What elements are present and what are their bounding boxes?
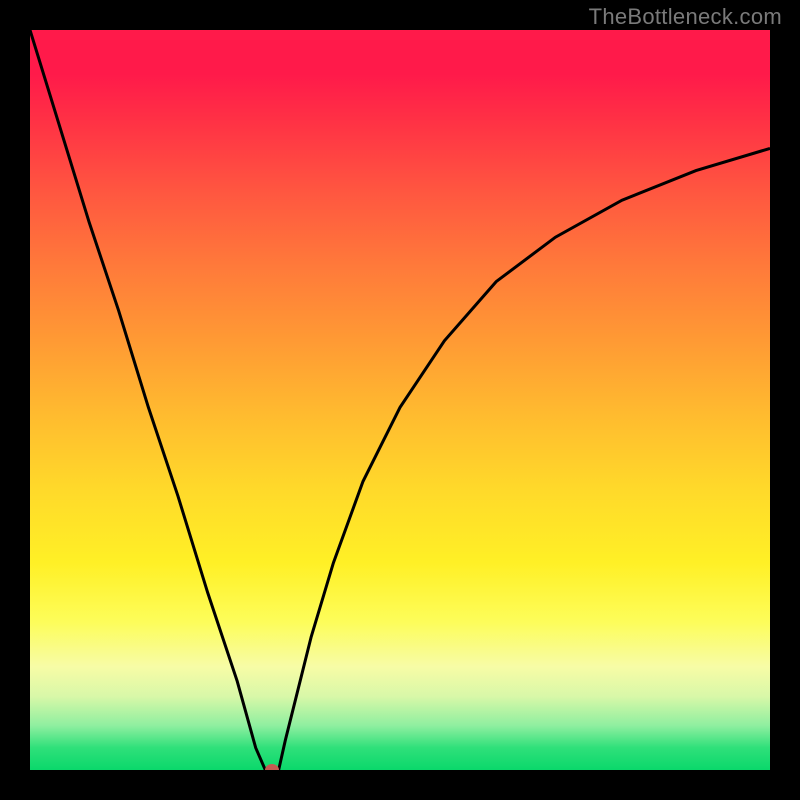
curve-path-left <box>30 30 265 770</box>
optimum-marker <box>265 764 279 770</box>
chart-root: TheBottleneck.com <box>0 0 800 800</box>
plot-area <box>30 30 770 770</box>
watermark-text: TheBottleneck.com <box>589 4 782 30</box>
curve-svg <box>30 30 770 770</box>
curve-path-right <box>279 148 770 770</box>
